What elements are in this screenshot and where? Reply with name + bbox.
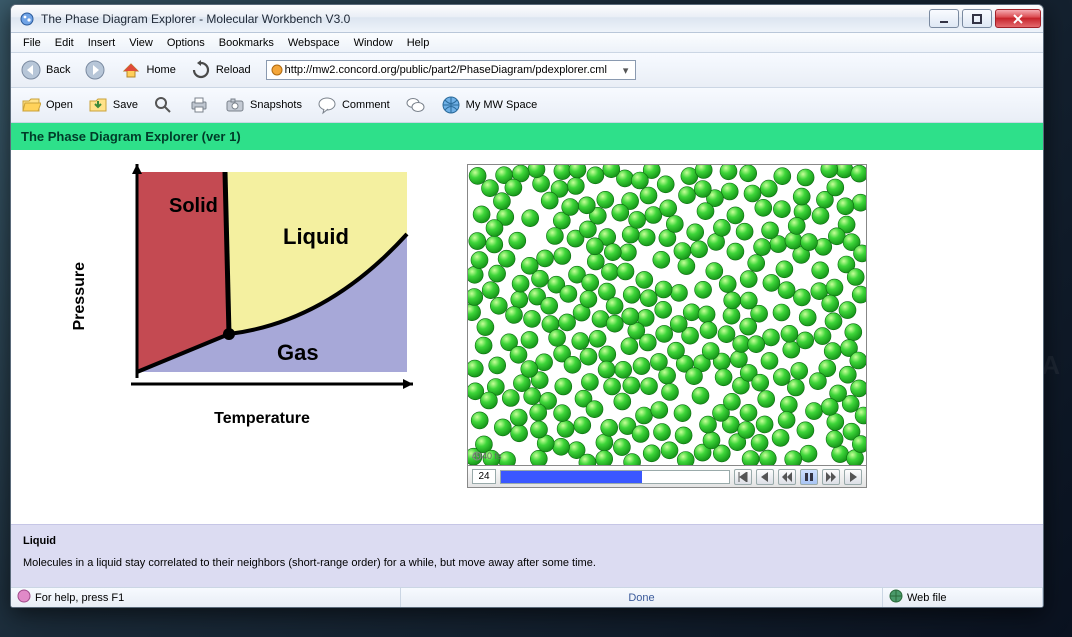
frame-counter[interactable]: 24 bbox=[472, 469, 496, 484]
info-panel: Liquid Molecules in a liquid stay correl… bbox=[11, 524, 1043, 587]
forward-button[interactable] bbox=[81, 56, 113, 84]
reload-icon bbox=[190, 59, 212, 81]
minimize-button[interactable] bbox=[929, 9, 959, 28]
step-back-button[interactable] bbox=[756, 469, 774, 485]
myspace-button[interactable]: My MW Space bbox=[437, 91, 545, 119]
search-button[interactable] bbox=[149, 91, 181, 119]
maximize-button[interactable] bbox=[962, 9, 992, 28]
status-help: For help, press F1 bbox=[35, 592, 124, 604]
menu-help[interactable]: Help bbox=[401, 35, 436, 51]
save-button[interactable]: Save bbox=[84, 91, 145, 119]
back-label: Back bbox=[46, 64, 70, 76]
simulation-controls: 24 bbox=[467, 466, 867, 488]
rewind-button[interactable] bbox=[734, 469, 752, 485]
menu-options[interactable]: Options bbox=[161, 35, 211, 51]
content-area: The Phase Diagram Explorer (ver 1) Press… bbox=[11, 123, 1043, 587]
menu-bookmarks[interactable]: Bookmarks bbox=[213, 35, 280, 51]
menu-webspace[interactable]: Webspace bbox=[282, 35, 346, 51]
myspace-label: My MW Space bbox=[466, 99, 538, 111]
comment-icon bbox=[316, 94, 338, 116]
app-icon bbox=[19, 11, 35, 27]
comment-button[interactable]: Comment bbox=[313, 91, 397, 119]
home-icon bbox=[120, 59, 142, 81]
open-icon bbox=[20, 94, 42, 116]
open-button[interactable]: Open bbox=[17, 91, 80, 119]
snapshots-button[interactable]: Snapshots bbox=[221, 91, 309, 119]
home-label: Home bbox=[146, 64, 175, 76]
next-frame-button[interactable] bbox=[822, 469, 840, 485]
back-icon bbox=[20, 59, 42, 81]
open-label: Open bbox=[46, 99, 73, 111]
titlebar: The Phase Diagram Explorer - Molecular W… bbox=[11, 5, 1043, 33]
solid-label: Solid bbox=[169, 195, 218, 217]
back-button[interactable]: Back bbox=[17, 56, 77, 84]
url-text: http://mw2.concord.org/public/part2/Phas… bbox=[285, 64, 619, 76]
save-label: Save bbox=[113, 99, 138, 111]
snapshots-label: Snapshots bbox=[250, 99, 302, 111]
save-icon bbox=[87, 94, 109, 116]
menu-edit[interactable]: Edit bbox=[49, 35, 80, 51]
search-icon bbox=[152, 94, 174, 116]
x-axis-label: Temperature bbox=[214, 410, 310, 428]
chat-button[interactable] bbox=[401, 91, 433, 119]
info-description: Molecules in a liquid stay correlated to… bbox=[23, 557, 1031, 569]
reload-button[interactable]: Reload bbox=[187, 56, 258, 84]
prev-frame-button[interactable] bbox=[778, 469, 796, 485]
liquid-label: Liquid bbox=[283, 224, 349, 249]
home-button[interactable]: Home bbox=[117, 56, 182, 84]
sim-timestamp: 4640 fs bbox=[472, 451, 502, 461]
menu-insert[interactable]: Insert bbox=[82, 35, 122, 51]
simulation-panel: 4640 fs 24 bbox=[467, 164, 867, 488]
help-icon bbox=[17, 589, 31, 606]
toolbar-file: Open Save Snapshots Comment My MW Space bbox=[11, 88, 1043, 123]
chat-icon bbox=[404, 94, 426, 116]
url-icon bbox=[271, 64, 285, 76]
statusbar: For help, press F1 Done Web file bbox=[11, 587, 1043, 607]
reload-label: Reload bbox=[216, 64, 251, 76]
menu-window[interactable]: Window bbox=[348, 35, 399, 51]
status-web: Web file bbox=[907, 592, 947, 604]
status-progress: Done bbox=[628, 592, 654, 604]
print-button[interactable] bbox=[185, 91, 217, 119]
frame-slider[interactable] bbox=[500, 470, 730, 484]
app-window: The Phase Diagram Explorer - Molecular W… bbox=[10, 4, 1044, 608]
menubar: File Edit Insert View Options Bookmarks … bbox=[11, 33, 1043, 53]
url-dropdown-icon[interactable]: ▾ bbox=[619, 64, 633, 77]
phase-diagram-svg[interactable]: Solid Liquid Gas bbox=[97, 164, 427, 404]
globe-icon bbox=[440, 94, 462, 116]
menu-view[interactable]: View bbox=[123, 35, 159, 51]
window-title: The Phase Diagram Explorer - Molecular W… bbox=[41, 12, 929, 26]
info-title: Liquid bbox=[23, 535, 1031, 547]
url-box[interactable]: http://mw2.concord.org/public/part2/Phas… bbox=[266, 60, 636, 80]
toolbar-nav: Back Home Reload http://mw2.concord.org/… bbox=[11, 53, 1043, 88]
print-icon bbox=[188, 94, 210, 116]
comment-label: Comment bbox=[342, 99, 390, 111]
simulation-view[interactable]: 4640 fs bbox=[467, 164, 867, 466]
step-fwd-button[interactable] bbox=[844, 469, 862, 485]
close-button[interactable] bbox=[995, 9, 1041, 28]
web-icon bbox=[889, 589, 903, 606]
forward-icon bbox=[84, 59, 106, 81]
gas-label: Gas bbox=[277, 340, 319, 365]
triple-point[interactable] bbox=[223, 328, 235, 340]
page-title: The Phase Diagram Explorer (ver 1) bbox=[11, 123, 1043, 150]
menu-file[interactable]: File bbox=[17, 35, 47, 51]
phase-diagram: Pressure Solid bbox=[71, 164, 427, 428]
camera-icon bbox=[224, 94, 246, 116]
y-axis-label: Pressure bbox=[71, 262, 89, 331]
pause-button[interactable] bbox=[800, 469, 818, 485]
